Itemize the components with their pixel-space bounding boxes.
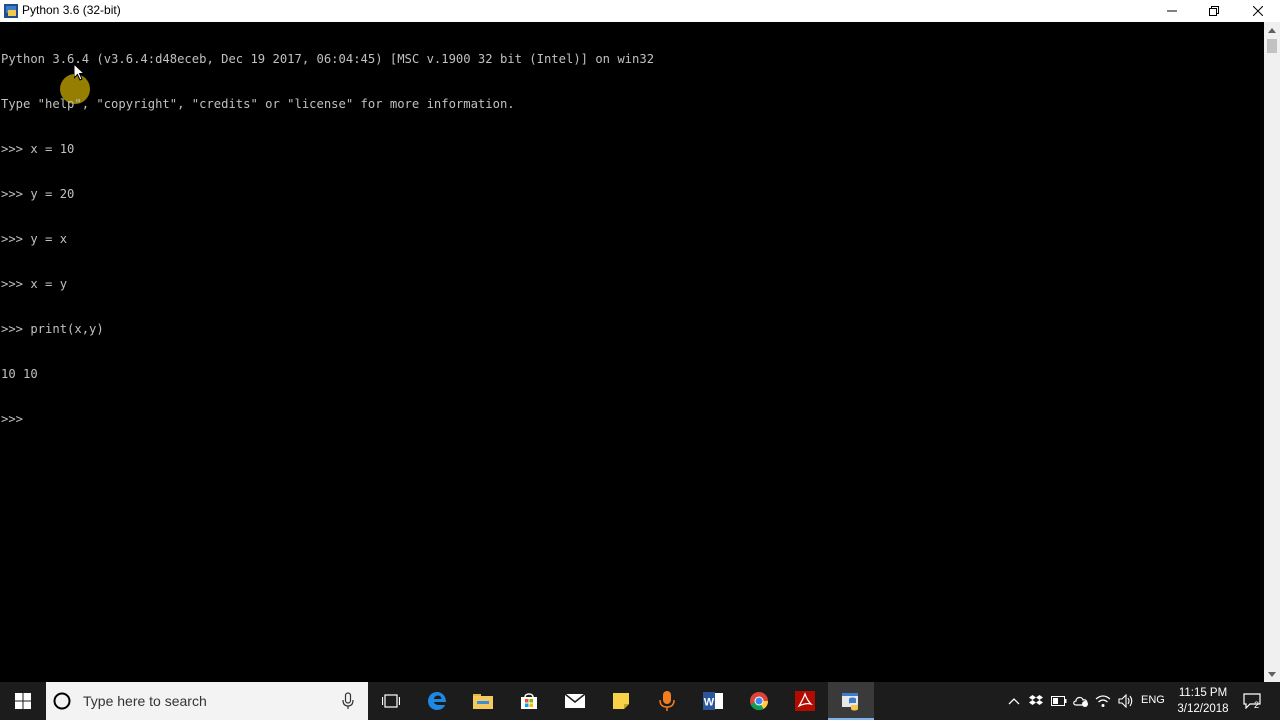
acrobat-icon (795, 691, 815, 711)
python-console-taskbar-button[interactable] (828, 682, 874, 720)
dropbox-tray-button[interactable] (1026, 682, 1046, 720)
python-icon (842, 693, 858, 711)
arrow-up-icon (1268, 27, 1276, 33)
search-box[interactable]: Type here to search (46, 682, 368, 720)
sticky-notes-button[interactable] (598, 682, 644, 720)
restore-button[interactable] (1192, 0, 1236, 22)
word-icon: W (703, 692, 723, 710)
console-output[interactable]: Python 3.6.4 (v3.6.4:d48eceb, Dec 19 201… (0, 22, 1264, 682)
file-explorer-button[interactable] (460, 682, 506, 720)
taskbar: Type here to search W ENG 11:15 PM 3/12/… (0, 682, 1280, 720)
python-console-window: Python 3.6 (32-bit) Python 3.6.4 (v3.6.4… (0, 0, 1280, 682)
battery-tray-button[interactable] (1048, 682, 1070, 720)
title-bar[interactable]: Python 3.6 (32-bit) (0, 0, 1280, 23)
wifi-icon (1095, 695, 1111, 707)
console-prompt[interactable]: >>> (1, 412, 654, 427)
console-line-x-equals-y: >>> x = y (1, 277, 68, 291)
scroll-thumb[interactable] (1267, 39, 1277, 53)
task-view-icon (382, 694, 400, 708)
store-icon (521, 693, 537, 709)
close-icon (1253, 6, 1263, 16)
chevron-up-icon (1008, 698, 1020, 705)
mail-icon (564, 693, 586, 708)
show-hidden-icons-button[interactable] (1004, 682, 1024, 720)
microphone-icon[interactable] (342, 692, 354, 710)
scroll-down-button[interactable] (1264, 666, 1280, 682)
scroll-up-button[interactable] (1264, 22, 1280, 38)
action-center-button[interactable] (1238, 682, 1266, 720)
clock-time: 11:15 PM (1178, 687, 1228, 699)
console-line-y-equals-x: >>> y = x (1, 232, 68, 246)
minimize-button[interactable] (1150, 0, 1194, 22)
onedrive-tray-button[interactable] (1070, 682, 1092, 720)
console-line-output: 10 10 (1, 367, 38, 381)
console-text: Python 3.6.4 (v3.6.4:d48eceb, Dec 19 201… (1, 22, 654, 457)
close-button[interactable] (1236, 0, 1280, 22)
restore-icon (1209, 6, 1219, 16)
edge-icon (428, 692, 446, 710)
sticky-notes-icon (613, 693, 629, 709)
word-button[interactable]: W (690, 682, 736, 720)
cloud-sync-icon (1073, 696, 1088, 707)
dropbox-icon (1029, 695, 1043, 705)
chrome-button[interactable] (736, 682, 782, 720)
console-line-print: >>> print(x,y) (1, 322, 104, 336)
mail-button[interactable] (552, 682, 598, 720)
minimize-icon (1167, 10, 1177, 12)
console-line-y-assign: >>> y = 20 (1, 187, 75, 201)
chrome-icon (750, 692, 769, 711)
network-tray-button[interactable] (1092, 682, 1114, 720)
svg-text:W: W (704, 697, 715, 709)
store-button[interactable] (506, 682, 552, 720)
recorder-button[interactable] (644, 682, 690, 720)
notification-count: 2 (1254, 700, 1260, 710)
console-line-x-assign: >>> x = 10 (1, 142, 75, 156)
windows-start-icon (15, 693, 31, 709)
battery-icon (1051, 696, 1067, 706)
task-view-button[interactable] (368, 682, 414, 720)
start-button[interactable] (0, 682, 46, 720)
mouse-pointer-icon (74, 64, 86, 81)
console-line-help: Type "help", "copyright", "credits" or "… (1, 97, 515, 111)
window-title: Python 3.6 (32-bit) (22, 3, 121, 17)
recorder-icon (659, 691, 675, 711)
acrobat-button[interactable] (782, 682, 828, 720)
volume-icon (1118, 694, 1133, 708)
volume-tray-button[interactable] (1114, 682, 1138, 720)
edge-button[interactable] (414, 682, 460, 720)
clock[interactable]: 11:15 PM 3/12/2018 (1170, 685, 1236, 717)
search-placeholder: Type here to search (83, 693, 207, 709)
console-line-version: Python 3.6.4 (v3.6.4:d48eceb, Dec 19 201… (1, 52, 655, 66)
python-console-icon (4, 4, 18, 18)
input-language[interactable]: ENG (1141, 694, 1165, 706)
file-explorer-icon (473, 694, 493, 709)
arrow-down-icon (1268, 671, 1276, 677)
clock-date: 3/12/2018 (1177, 703, 1229, 715)
cortana-icon (53, 692, 71, 710)
vertical-scrollbar[interactable] (1264, 22, 1280, 682)
